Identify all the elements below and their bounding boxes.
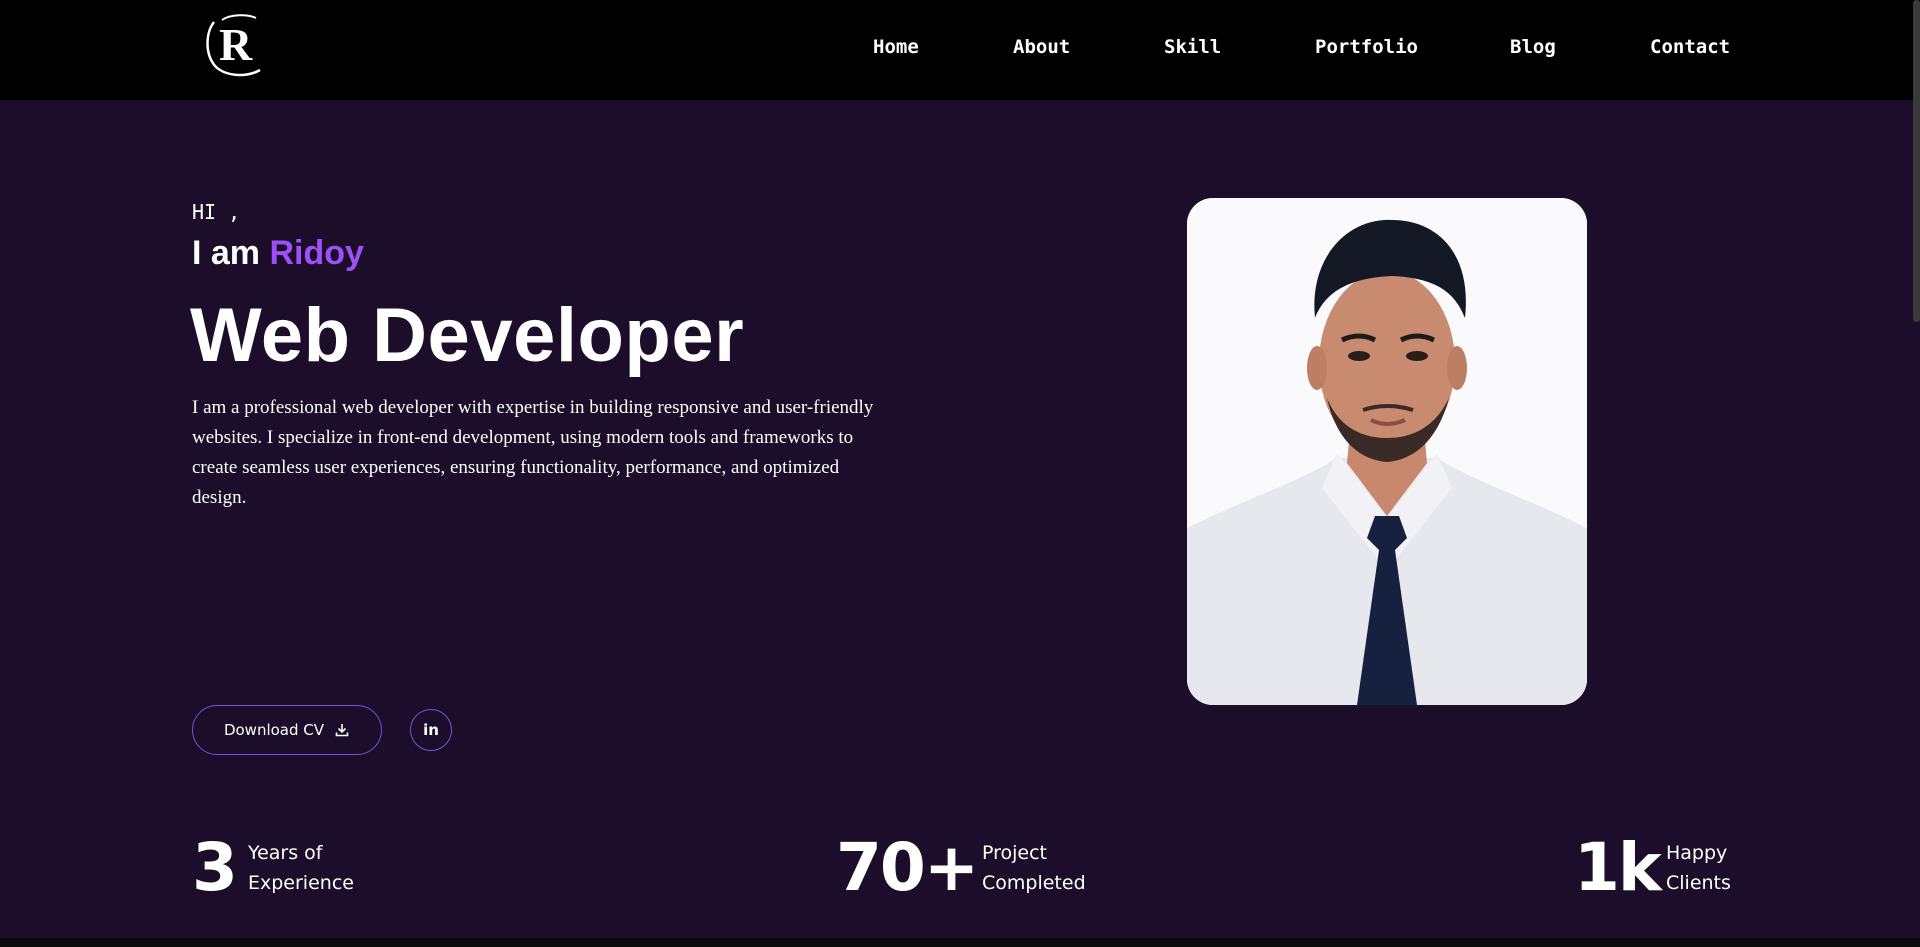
stat-label-line1: Years of xyxy=(248,842,323,864)
download-cv-label: Download CV xyxy=(223,721,325,739)
stat-label: Project Completed xyxy=(982,838,1122,898)
stat-value: 3 xyxy=(192,829,238,906)
hero-role: Web Developer xyxy=(190,293,745,378)
stat-label-line2: Completed xyxy=(982,872,1086,894)
page-scrollbar[interactable] xyxy=(1913,0,1920,322)
nav-menu: Home About Skill Portfolio Blog Contact xyxy=(0,36,1920,64)
nav-about[interactable]: About xyxy=(1013,36,1070,58)
stat-label-line2: Clients xyxy=(1666,872,1731,894)
top-navbar: R Home About Skill Portfolio Blog Contac… xyxy=(0,0,1920,100)
nav-contact[interactable]: Contact xyxy=(1650,36,1730,58)
profile-photo xyxy=(1187,198,1587,705)
stat-label-line1: Happy xyxy=(1666,842,1728,864)
nav-skill[interactable]: Skill xyxy=(1164,36,1221,58)
download-cv-button[interactable]: Download CV xyxy=(192,705,382,755)
stat-clients: 1k Happy Clients xyxy=(1574,828,1814,908)
profile-portrait-image xyxy=(1187,198,1587,705)
hero-name: Ridoy xyxy=(269,234,364,272)
nav-blog[interactable]: Blog xyxy=(1510,36,1556,58)
stat-label: Years of Experience xyxy=(248,838,388,898)
greeting-text: HI , xyxy=(192,200,241,224)
bottom-divider xyxy=(0,938,1920,947)
stat-label-line2: Experience xyxy=(248,872,354,894)
stat-value: 1k xyxy=(1574,829,1662,906)
intro-heading: I am Ridoy xyxy=(192,234,364,273)
nav-portfolio[interactable]: Portfolio xyxy=(1315,36,1418,58)
stat-experience: 3 Years of Experience xyxy=(192,828,452,908)
stat-label-line1: Project xyxy=(982,842,1048,864)
linkedin-button[interactable]: in xyxy=(410,709,452,751)
nav-home[interactable]: Home xyxy=(873,36,919,58)
intro-prefix: I am xyxy=(192,234,261,272)
stat-label: Happy Clients xyxy=(1666,838,1806,898)
stat-value: 70+ xyxy=(836,829,979,906)
hero-bio: I am a professional web developer with e… xyxy=(192,397,874,508)
stat-projects: 70+ Project Completed xyxy=(836,828,1136,908)
linkedin-icon: in xyxy=(423,721,439,739)
download-icon xyxy=(335,724,349,737)
